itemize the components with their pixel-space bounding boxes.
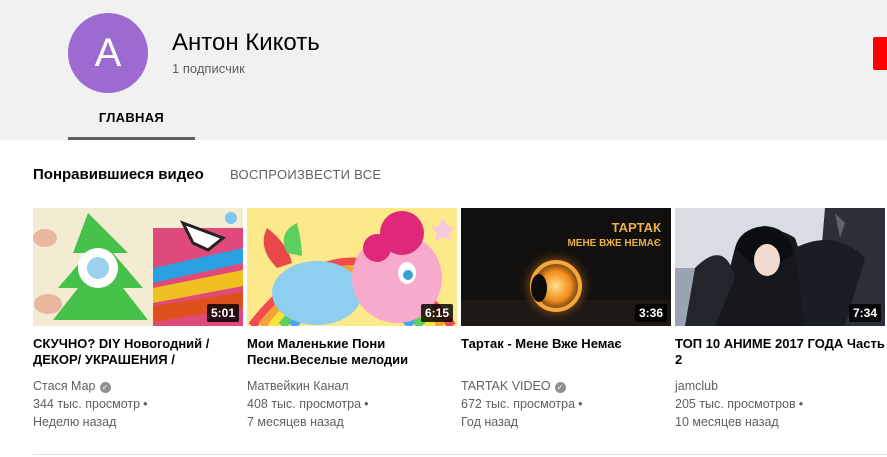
channel-name: Антон Кикоть bbox=[172, 29, 320, 56]
play-all-button[interactable]: ВОСПРОИЗВЕСТИ ВСЕ bbox=[230, 167, 381, 182]
verified-check-icon: ✓ bbox=[99, 382, 111, 393]
video-thumbnail[interactable]: 7:34 bbox=[675, 208, 885, 326]
video-thumbnail[interactable]: ТАРТАК МЕНЕ ВЖЕ НЕМАЄ 3:36 bbox=[461, 208, 671, 326]
video-title[interactable]: ТОП 10 АНИМЕ 2017 ГОДА Часть 2 bbox=[675, 336, 887, 368]
video-views: 205 тыс. просмотров bbox=[675, 397, 796, 411]
thumbnail-text-band: ТАРТАК bbox=[612, 220, 662, 235]
video-title[interactable]: Тартак - Мене Вже Немає bbox=[461, 336, 671, 368]
section-divider bbox=[33, 454, 887, 455]
video-meta: jamclub 205 тыс. просмотров • 10 месяцев … bbox=[675, 377, 887, 431]
thumbnail-text-song: МЕНЕ ВЖЕ НЕМАЄ bbox=[567, 238, 661, 249]
dot-separator: • bbox=[364, 397, 369, 411]
section-title: Понравившиеся видео bbox=[33, 166, 204, 183]
verified-check-icon: ✓ bbox=[554, 382, 566, 393]
video-channel-name[interactable]: TARTAK VIDEO bbox=[461, 379, 551, 393]
video-age: 7 месяцев назад bbox=[247, 415, 344, 429]
video-channel-name[interactable]: Стася Мар bbox=[33, 379, 96, 393]
video-duration: 5:01 bbox=[206, 304, 239, 322]
video-duration: 7:34 bbox=[848, 304, 881, 322]
tab-home[interactable]: ГЛАВНАЯ bbox=[68, 100, 195, 140]
video-card[interactable]: 5:01 СКУЧНО? DIY Новогодний / ДЕКОР/ УКР… bbox=[33, 208, 243, 431]
video-views: 344 тыс. просмотр bbox=[33, 397, 141, 411]
video-title[interactable]: СКУЧНО? DIY Новогодний / ДЕКОР/ УКРАШЕНИ… bbox=[33, 336, 243, 368]
video-age: Неделю назад bbox=[33, 415, 117, 429]
video-card[interactable]: 6:15 Мои Маленькие Пони Песни.Веселые ме… bbox=[247, 208, 457, 431]
video-age: 10 месяцев назад bbox=[675, 415, 779, 429]
dot-separator: • bbox=[798, 397, 804, 411]
video-channel-name[interactable]: jamclub bbox=[675, 377, 887, 395]
video-meta: Стася Мар ✓ 344 тыс. просмотр • Неделю наз… bbox=[33, 377, 243, 431]
subscriber-count: 1 подписчик bbox=[172, 61, 245, 76]
video-channel-name[interactable]: Матвейкин Канал bbox=[247, 377, 457, 395]
dot-separator: • bbox=[578, 397, 583, 411]
video-card[interactable]: 7:34 ТОП 10 АНИМЕ 2017 ГОДА Часть 2 jamc… bbox=[675, 208, 887, 431]
video-title[interactable]: Мои Маленькие Пони Песни.Веселые мелодии bbox=[247, 336, 457, 368]
video-duration: 3:36 bbox=[634, 304, 667, 322]
video-thumbnail[interactable]: 6:15 bbox=[247, 208, 457, 326]
video-views: 672 тыс. просмотра bbox=[461, 397, 576, 411]
video-meta: TARTAK VIDEO ✓ 672 тыс. просмотра • Год на… bbox=[461, 377, 671, 431]
video-meta: Матвейкин Канал 408 тыс. просмотра • 7 ме… bbox=[247, 377, 457, 431]
video-duration: 6:15 bbox=[420, 304, 453, 322]
channel-avatar[interactable]: А bbox=[68, 13, 148, 93]
subscribe-button[interactable] bbox=[873, 37, 887, 70]
video-views: 408 тыс. просмотра bbox=[247, 397, 362, 411]
dot-separator: • bbox=[143, 397, 148, 411]
video-age: Год назад bbox=[461, 415, 519, 429]
video-card[interactable]: ТАРТАК МЕНЕ ВЖЕ НЕМАЄ 3:36 Тартак - Мене… bbox=[461, 208, 671, 431]
channel-header: А Антон Кикоть 1 подписчик ГЛАВНАЯ bbox=[0, 0, 887, 140]
video-thumbnail[interactable]: 5:01 bbox=[33, 208, 243, 326]
